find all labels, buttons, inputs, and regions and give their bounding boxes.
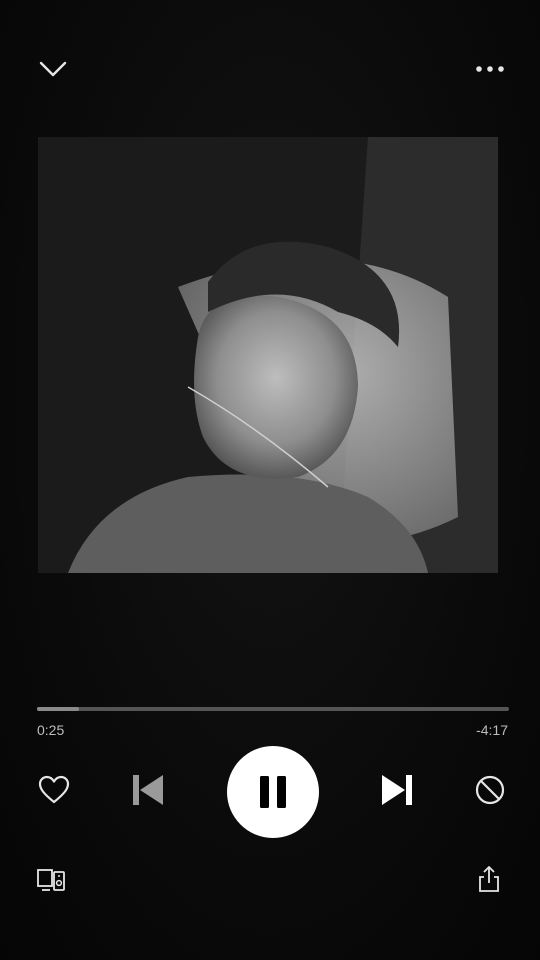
- pause-button[interactable]: [227, 746, 319, 838]
- remaining-time: -4:17: [476, 722, 508, 738]
- progress-bar[interactable]: [37, 707, 509, 711]
- share-icon[interactable]: [474, 862, 504, 896]
- skip-previous-icon[interactable]: [126, 770, 170, 810]
- skip-next-icon[interactable]: [375, 770, 419, 810]
- block-icon[interactable]: [470, 770, 510, 810]
- connect-devices-icon[interactable]: [34, 864, 68, 896]
- pause-icon: [260, 776, 286, 808]
- now-playing-screen: 0:25 -4:17: [0, 0, 540, 960]
- album-artwork-image: [38, 137, 498, 573]
- more-options-icon[interactable]: [470, 54, 510, 84]
- elapsed-time: 0:25: [37, 722, 65, 738]
- chevron-down-icon[interactable]: [34, 52, 72, 86]
- heart-icon[interactable]: [34, 770, 74, 810]
- album-artwork: [38, 137, 498, 573]
- progress-bar-fill: [37, 707, 79, 711]
